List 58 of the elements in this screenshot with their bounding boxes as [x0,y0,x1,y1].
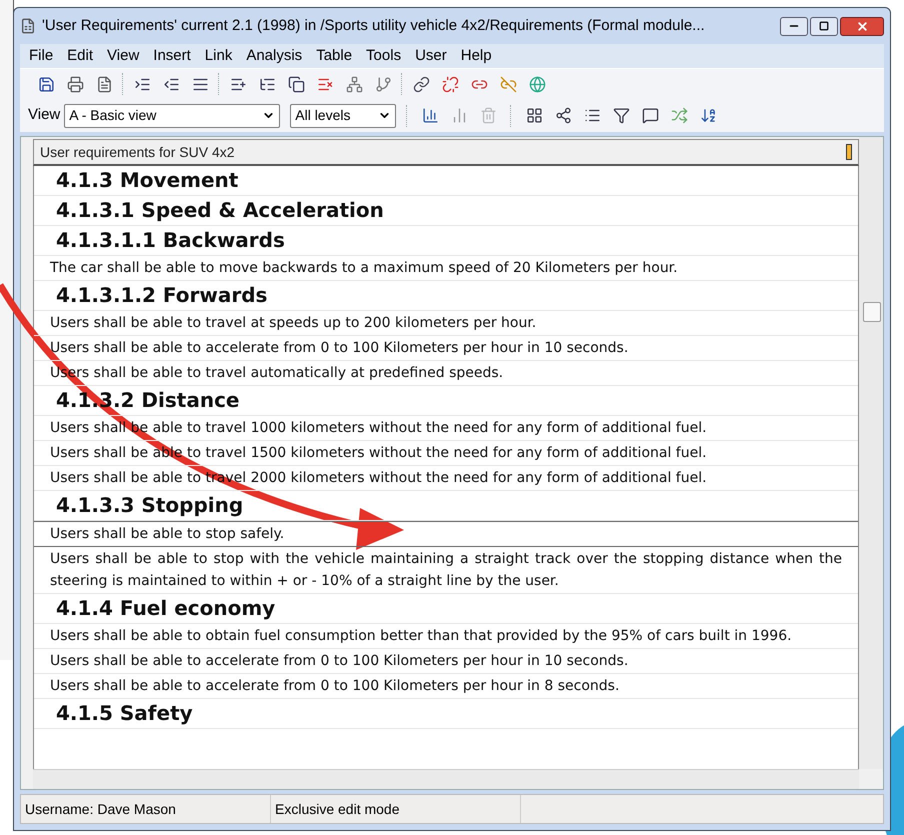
link-off-icon [500,76,516,92]
menu-item[interactable]: Edit [62,44,98,68]
requirement-text[interactable]: Users shall be able to accelerate from 0 to 100 Kilometers per hour in 10 seconds. [34,649,858,674]
menu-item[interactable]: Link [200,44,238,68]
view-label: View [28,105,60,126]
window-title: 'User Requirements' current 2.1 (1998) in /Sports utility vehicle 4x2/Requirements (Formal module... [42,16,705,36]
grid-icon [526,107,543,124]
comment-icon [642,107,659,124]
link-icon [412,76,430,92]
menu-item[interactable]: Table [311,44,358,68]
view-dropdown[interactable]: A - Basic view [64,104,280,128]
shuffle-icon [670,107,688,124]
menu-item[interactable]: File [24,44,58,68]
menu-item[interactable]: Tools [361,44,406,68]
save-icon [38,76,54,92]
level-dropdown[interactable]: All levels [290,104,396,128]
maximize-button[interactable] [810,16,838,36]
menu-item[interactable]: Analysis [241,44,308,68]
sort-icon [700,107,717,124]
menu-item[interactable]: Insert [148,44,196,68]
menu-item[interactable]: Help [456,44,497,68]
section-heading[interactable]: 4.1.3 Movement [34,166,858,196]
section-heading[interactable]: 4.1.3.1.2 Forwards [34,281,858,311]
unlink-icon [442,76,458,92]
section-heading[interactable]: 4.1.5 Safety [34,699,858,729]
share-icon [554,107,572,124]
close-button[interactable] [840,16,884,36]
status-text: Exclusive edit mode [271,795,521,823]
requirement-text[interactable]: Users shall be able to accelerate from 0 to 100 Kilometers per hour in 8 seconds. [34,674,858,699]
hierarchy-icon [346,76,362,92]
requirement-text[interactable]: Users shall be able to stop safely. [34,521,858,547]
print-icon [66,76,84,92]
branch-icon [374,76,392,92]
requirement-text[interactable]: Users shall be able to accelerate from 0 to 100 Kilometers per hour in 10 seconds. [34,336,858,361]
column-marker-icon [846,144,852,160]
list-icon [584,107,601,124]
maximize-icon [819,21,829,31]
section-heading[interactable]: 4.1.4 Fuel economy [34,594,858,624]
filter-icon [612,107,630,124]
status-text: Username: Dave Mason [21,795,271,823]
delete-icon [480,107,497,124]
requirement-text[interactable]: Users shall be able to obtain fuel consumption better than that provided by the 95% of cars built in 1996. [34,624,858,649]
document-icon [96,76,112,92]
requirement-text[interactable]: Users shall be able to travel at speeds up to 200 kilometers per hour. [34,311,858,336]
bar-chart-icon [422,107,439,124]
menu-item[interactable]: User [410,44,452,68]
menu-item[interactable]: View [102,44,144,68]
requirement-text[interactable]: The car shall be able to move backwards to a maximum speed of 20 Kilometers per hour. [34,256,858,281]
copy-icon [288,76,304,92]
close-icon [856,20,868,32]
section-heading[interactable]: 4.1.3.1 Speed & Acceleration [34,196,858,226]
globe-icon [528,76,546,92]
section-heading[interactable]: 4.1.3.1.1 Backwards [34,226,858,256]
document-icon [20,18,36,34]
module-title: User requirements for SUV 4x2 [40,142,235,162]
scroll-thumb[interactable] [863,302,881,322]
requirement-text[interactable]: Users shall be able to stop with the vehicle maintaining a straight track over the stopping distance when the steering is maintained to within + or - 10% of a straight line by the user. [34,547,858,594]
minimize-button[interactable] [780,16,808,36]
